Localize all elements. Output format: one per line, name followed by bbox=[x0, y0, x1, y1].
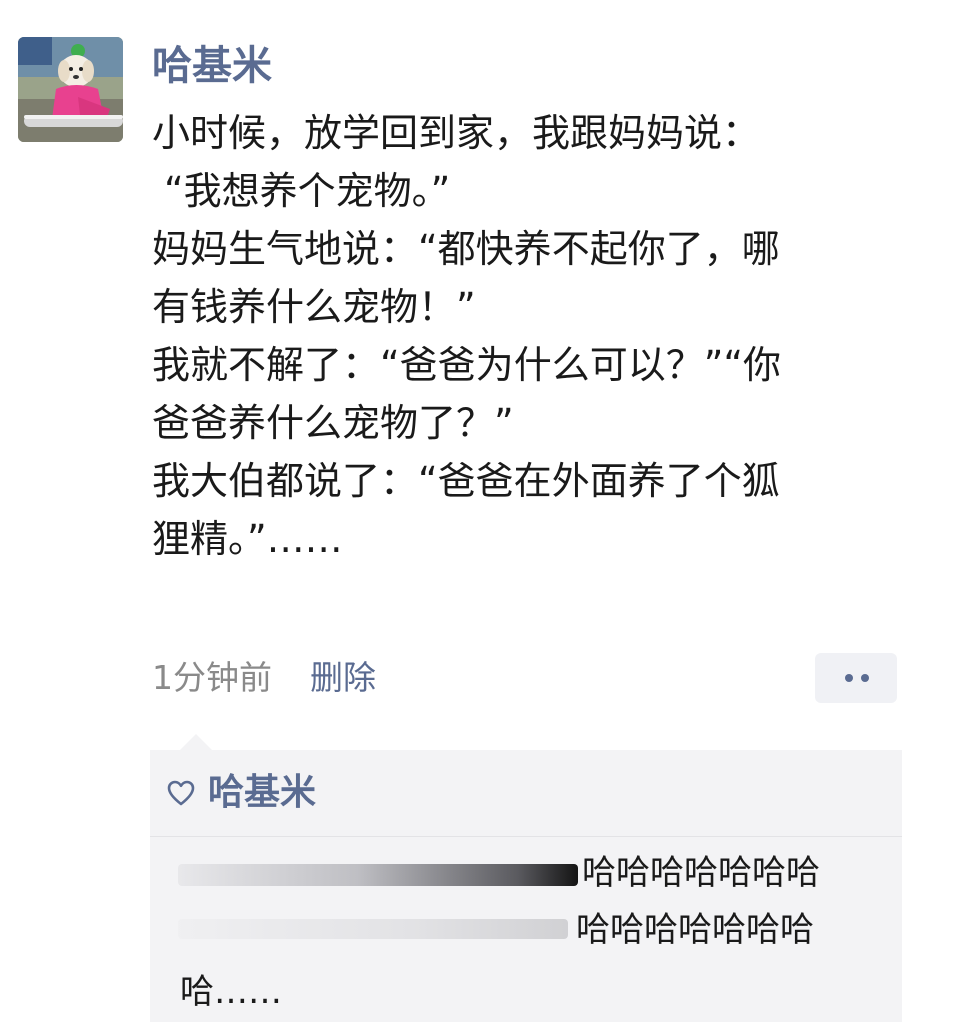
post-timestamp: 1分钟前 bbox=[152, 658, 272, 697]
post-text-line: 爸爸养什么宠物了？” bbox=[152, 401, 514, 445]
more-dots-icon bbox=[845, 674, 853, 682]
comment-text-line: 哈…… bbox=[180, 972, 282, 1012]
post-text-line: 小时候，放学回到家，我跟妈妈说： bbox=[152, 111, 761, 155]
author-avatar[interactable] bbox=[18, 37, 123, 142]
heart-icon bbox=[167, 780, 195, 806]
comment-text-line: 哈哈哈哈哈哈哈 bbox=[576, 910, 814, 950]
post-author-name[interactable]: 哈基米 bbox=[152, 38, 272, 94]
more-dots-icon bbox=[861, 674, 869, 682]
comment-item[interactable]: 哈哈哈哈哈哈哈 哈哈哈哈哈哈哈 哈…… bbox=[150, 837, 902, 1022]
post-text-line: 狸精。”…… bbox=[152, 517, 343, 561]
avatar-dog-photo-icon bbox=[18, 37, 123, 142]
delete-post-link[interactable]: 删除 bbox=[310, 654, 376, 702]
post-text-line: 妈妈生气地说：“都快养不起你了，哪 bbox=[152, 227, 780, 271]
blurred-commenter-name bbox=[178, 864, 578, 886]
likes-comments-panel: 哈基米 哈哈哈哈哈哈哈 哈哈哈哈哈哈哈 哈…… bbox=[150, 750, 902, 1022]
post-text-line: “我想养个宠物。” bbox=[164, 169, 451, 213]
post-text-line: 我就不解了：“爸爸为什么可以？”“你 bbox=[152, 343, 782, 387]
likes-row: 哈基米 bbox=[150, 750, 902, 836]
blurred-comment-text bbox=[178, 919, 568, 939]
post-content: 小时候，放学回到家，我跟妈妈说： “我想养个宠物。” 妈妈生气地说：“都快养不起… bbox=[152, 104, 882, 568]
post-text-line: 我大伯都说了：“爸爸在外面养了个狐 bbox=[152, 459, 780, 503]
panel-pointer bbox=[180, 734, 212, 750]
like-user-name[interactable]: 哈基米 bbox=[208, 767, 316, 819]
more-actions-button[interactable] bbox=[815, 653, 897, 703]
post-text-line: 有钱养什么宠物！” bbox=[152, 285, 476, 329]
comment-text-line: 哈哈哈哈哈哈哈 bbox=[582, 853, 820, 893]
